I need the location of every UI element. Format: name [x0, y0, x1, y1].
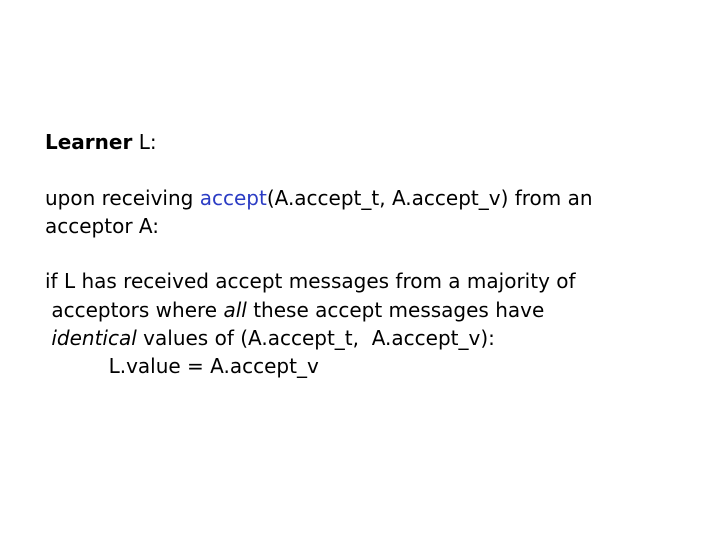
condition-line-2: acceptors where all these accept message…: [45, 296, 544, 324]
condition-line-2-post: these accept messages have: [246, 298, 545, 322]
upon-receiving-line-2: acceptor A:: [45, 214, 159, 238]
condition-line-2-pre: acceptors where: [45, 298, 224, 322]
accept-keyword: accept: [199, 186, 267, 210]
slide: Learner L: upon receiving accept(A.accep…: [0, 0, 720, 540]
value-assignment: L.value = A.accept_v: [45, 354, 319, 378]
condition-line-1: if L has received accept messages from a…: [45, 269, 576, 293]
condition-line-3-post: values of (A.accept_t, A.accept_v):: [136, 326, 495, 350]
learner-heading-rest: L:: [132, 130, 157, 154]
upon-receiving-line: upon receiving accept(A.accept_t, A.acce…: [45, 184, 593, 212]
condition-all-emphasis: all: [223, 298, 247, 322]
learner-heading: Learner L:: [45, 128, 157, 156]
upon-receiving-pre: upon receiving: [45, 186, 200, 210]
condition-line-3: identical values of (A.accept_t, A.accep…: [45, 324, 495, 352]
condition-identical-emphasis: identical: [51, 326, 137, 350]
learner-heading-bold: Learner: [45, 130, 133, 154]
upon-receiving-post: (A.accept_t, A.accept_v) from an: [266, 186, 593, 210]
